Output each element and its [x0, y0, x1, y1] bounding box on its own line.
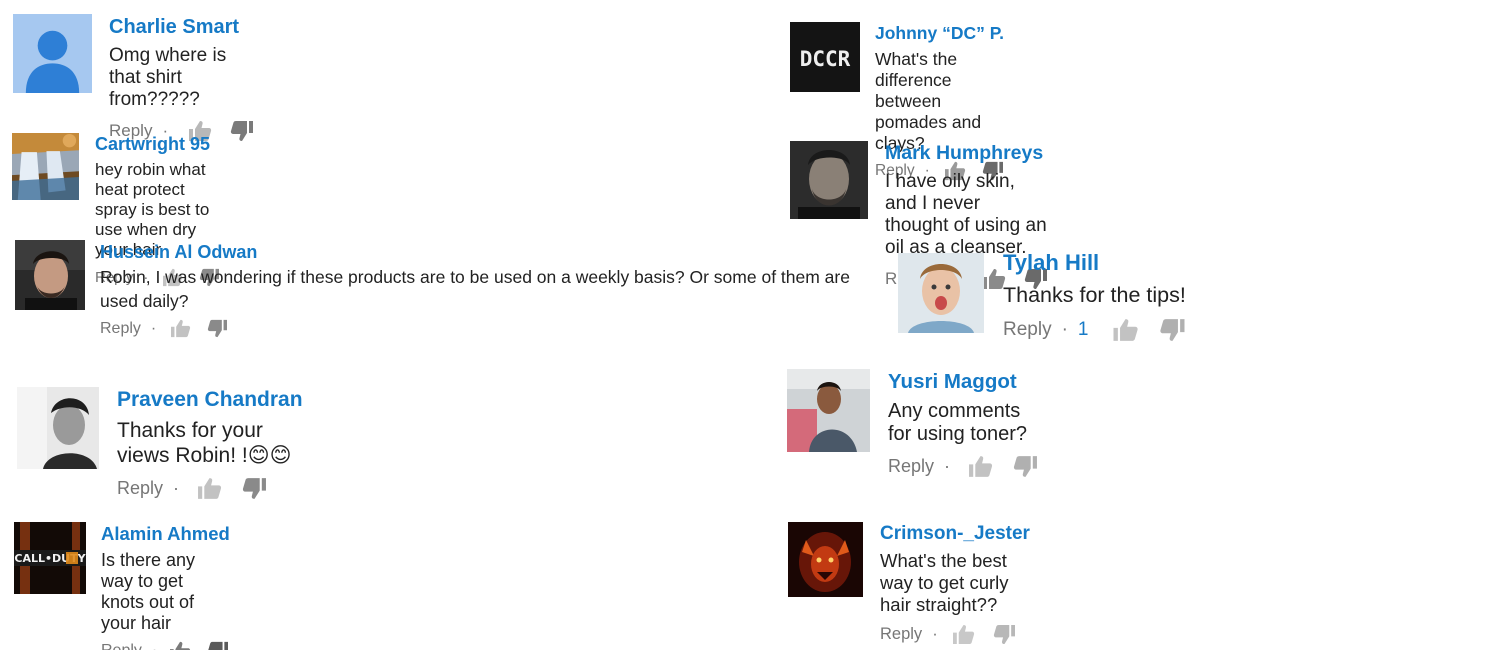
comment-author[interactable]: Alamin Ahmed — [101, 523, 230, 545]
comment-actions: Reply · — [101, 641, 230, 650]
comment-body: Alamin Ahmed Is there any way to get kno… — [101, 523, 230, 650]
game-cover-logo-icon[interactable]: CALL•DUTY — [14, 522, 86, 594]
thumbs-up-icon[interactable] — [1112, 318, 1139, 342]
comments-collage: Charlie Smart Omg where is that shirt fr… — [0, 0, 1500, 650]
separator-dot: · — [152, 642, 157, 650]
demon-avatar-icon[interactable] — [788, 522, 863, 597]
comment-text: Robin, I was wondering if these products… — [100, 267, 850, 311]
comment-actions: Reply · — [117, 477, 303, 500]
thumbs-down-icon[interactable] — [207, 319, 228, 338]
separator-dot: · — [173, 478, 180, 498]
comment-author[interactable]: Hussein Al Odwan — [100, 242, 875, 263]
comment-text: I have oily skin, and I never thought of… — [885, 171, 1047, 258]
user-photo-icon[interactable] — [17, 387, 99, 469]
comment-body: Praveen Chandran Thanks for your views R… — [117, 388, 303, 500]
comment-actions: Reply · 1 — [1003, 318, 1186, 342]
thumbs-up-icon[interactable] — [968, 455, 993, 478]
thumbs-up-icon[interactable] — [197, 477, 222, 500]
user-photo-icon[interactable] — [787, 369, 870, 452]
thumbs-down-icon[interactable] — [242, 477, 267, 500]
thumbs-down-icon[interactable] — [993, 624, 1016, 645]
separator-dot: · — [944, 456, 951, 476]
comment-text: Is there any way to get knots out of you… — [101, 550, 196, 633]
user-photo-icon[interactable] — [790, 141, 868, 219]
reply-button[interactable]: Reply — [880, 625, 922, 644]
comment-body: Tylah Hill Thanks for the tips! Reply · … — [1003, 250, 1186, 342]
reply-button[interactable]: Reply — [101, 642, 142, 650]
comment-author[interactable]: Tylah Hill — [1003, 250, 1186, 276]
thumbs-up-icon[interactable] — [952, 624, 975, 645]
default-user-avatar-icon[interactable] — [13, 14, 92, 93]
comment-actions: Reply · — [888, 455, 1038, 478]
reply-button[interactable]: Reply — [100, 320, 141, 338]
waterfall-photo-icon[interactable] — [12, 133, 79, 200]
comment-text: Any comments for using toner? — [888, 400, 1027, 445]
comment-author[interactable]: Charlie Smart — [109, 16, 254, 39]
comment-actions: Reply · — [880, 624, 1030, 645]
comment-author[interactable]: Cartwright 95 — [95, 134, 220, 155]
dccr-logo-icon[interactable]: DCCR — [790, 22, 860, 92]
dccr-logo-text: DCCR — [800, 47, 851, 71]
comment-text: What's the difference between pomades an… — [875, 49, 982, 153]
comment-actions: Reply · — [100, 319, 875, 338]
comment-text: Thanks for your views Robin! !😊😊 — [117, 419, 292, 467]
comment-author[interactable]: Johnny “DC” P. — [875, 23, 1004, 44]
comment-text: Omg where is that shirt from????? — [109, 45, 227, 110]
comment-author[interactable]: Crimson-_Jester — [880, 523, 1030, 545]
reply-button[interactable]: Reply — [888, 456, 934, 477]
thumbs-down-icon[interactable] — [230, 120, 254, 142]
separator-dot: · — [1061, 319, 1068, 340]
user-photo-icon[interactable] — [898, 253, 984, 333]
comment-body: Hussein Al Odwan Robin, I was wondering … — [100, 242, 875, 338]
user-photo-icon[interactable] — [15, 240, 85, 310]
comment-body: Crimson-_Jester What's the best way to g… — [880, 523, 1030, 645]
comment-text: Thanks for the tips! — [1003, 283, 1186, 307]
comment-body: Yusri Maggot Any comments for using tone… — [888, 370, 1038, 478]
comment-text: What's the best way to get curly hair st… — [880, 550, 1009, 615]
comment-author[interactable]: Yusri Maggot — [888, 370, 1038, 394]
comment-author[interactable]: Mark Humphreys — [885, 142, 1048, 165]
separator-dot: · — [150, 319, 157, 337]
reply-button[interactable]: Reply — [1003, 319, 1052, 341]
separator-dot: · — [932, 625, 938, 643]
thumbs-up-icon[interactable] — [169, 641, 191, 650]
thumbs-down-icon[interactable] — [1013, 455, 1038, 478]
thumbs-down-icon[interactable] — [1159, 318, 1186, 342]
comment-body: Charlie Smart Omg where is that shirt fr… — [109, 16, 254, 142]
reply-button[interactable]: Reply — [117, 478, 163, 499]
thumbs-up-icon[interactable] — [170, 319, 191, 338]
thumbs-down-icon[interactable] — [207, 641, 229, 650]
like-count: 1 — [1077, 319, 1089, 340]
comment-author[interactable]: Praveen Chandran — [117, 388, 303, 412]
thumbs-up-icon[interactable] — [982, 268, 1006, 290]
